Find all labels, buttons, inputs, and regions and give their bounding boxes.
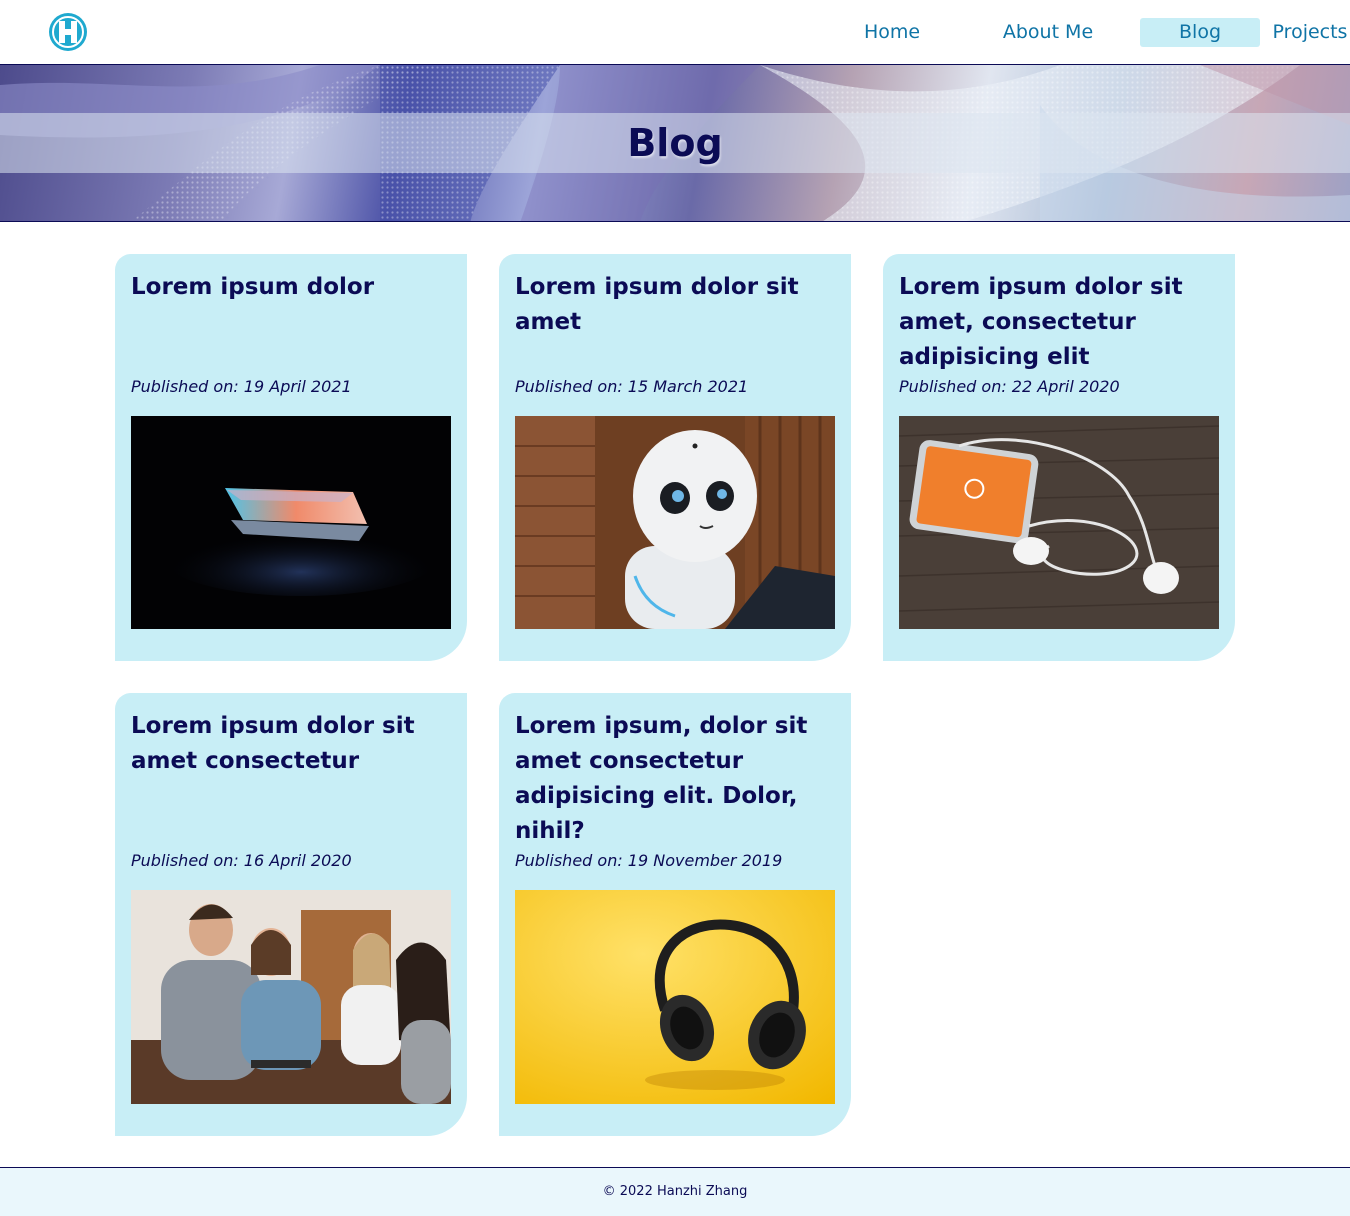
laptop-photo[interactable] <box>131 416 451 629</box>
people-meeting-photo[interactable] <box>131 890 451 1104</box>
hero-banner: Blog <box>0 64 1350 222</box>
blog-card[interactable]: Lorem ipsum dolor sit amet Published on:… <box>499 254 851 661</box>
blog-card-title[interactable]: Lorem ipsum, dolor sit amet consectetur … <box>515 709 845 849</box>
blog-card[interactable]: Lorem ipsum dolor sit amet consectetur P… <box>115 693 467 1136</box>
nav-home[interactable]: Home <box>836 18 948 47</box>
site-footer: © 2022 Hanzhi Zhang <box>0 1167 1350 1216</box>
nav-blog[interactable]: Blog <box>1140 18 1260 47</box>
headphones-photo[interactable] <box>515 890 835 1104</box>
phone-earphones-photo[interactable] <box>899 416 1219 629</box>
blog-card-date: Published on: 19 November 2019 <box>515 851 783 870</box>
blog-card[interactable]: Lorem ipsum, dolor sit amet consectetur … <box>499 693 851 1136</box>
main-nav: Home About Me Blog Projects <box>830 18 1350 47</box>
blog-card-title[interactable]: Lorem ipsum dolor sit amet <box>515 270 845 340</box>
blog-card-title[interactable]: Lorem ipsum dolor <box>131 270 461 305</box>
blog-card-date: Published on: 22 April 2020 <box>899 377 1120 396</box>
blog-card-date: Published on: 15 March 2021 <box>515 377 749 396</box>
logo-icon <box>49 13 87 51</box>
blog-card-title[interactable]: Lorem ipsum dolor sit amet consectetur <box>131 709 461 779</box>
blog-card[interactable]: Lorem ipsum dolor Published on: 19 April… <box>115 254 467 661</box>
blog-card[interactable]: Lorem ipsum dolor sit amet, consectetur … <box>883 254 1235 661</box>
footer-copyright: © 2022 Hanzhi Zhang <box>602 1184 748 1199</box>
blog-card-title[interactable]: Lorem ipsum dolor sit amet, consectetur … <box>899 270 1229 375</box>
robot-photo[interactable] <box>515 416 835 629</box>
nav-about-me[interactable]: About Me <box>958 18 1138 47</box>
nav-projects[interactable]: Projects <box>1270 18 1350 47</box>
site-header: Home About Me Blog Projects <box>0 0 1350 64</box>
page-title: Blog <box>627 121 723 165</box>
blog-card-date: Published on: 19 April 2021 <box>131 377 352 396</box>
blog-card-date: Published on: 16 April 2020 <box>131 851 352 870</box>
site-logo[interactable] <box>48 12 88 52</box>
